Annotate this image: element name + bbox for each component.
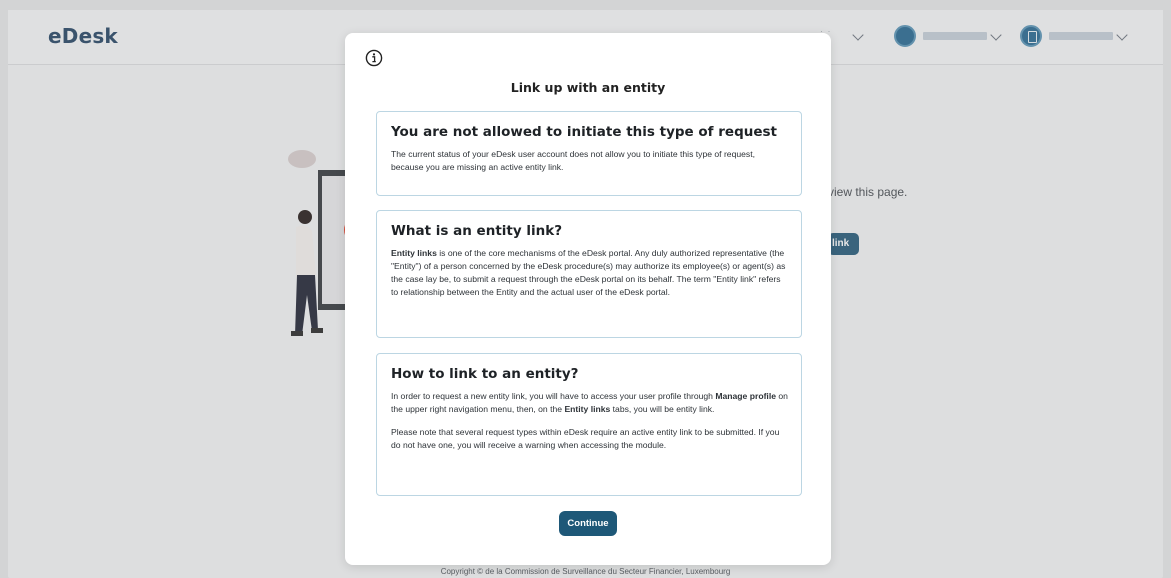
entity-links-tab-term: Entity links xyxy=(564,404,611,415)
modal-title: Link up with an entity xyxy=(510,80,666,95)
manage-profile-term: Manage profile xyxy=(715,391,776,401)
entity-links-term: Entity links xyxy=(391,248,437,258)
how-to-link-note: Please note that several request types w… xyxy=(391,427,780,451)
not-allowed-text: The current status of your eDesk user ac… xyxy=(391,149,755,173)
what-is-entity-link-title: What is an entity link? xyxy=(391,223,563,239)
instructions-part: tabs, you will be entity link. xyxy=(610,404,715,415)
continue-button[interactable]: Continue xyxy=(559,511,617,536)
how-to-link-card: How to link to an entity? In order to re… xyxy=(376,353,802,496)
instructions-part: In order to request a new entity link, y… xyxy=(391,391,716,401)
how-to-link-instructions: In order to request a new entity link, y… xyxy=(391,390,788,416)
not-allowed-title: You are not allowed to initiate this typ… xyxy=(391,124,777,140)
what-is-entity-link-card: What is an entity link? Entity links is … xyxy=(376,210,802,338)
how-to-link-title: How to link to an entity? xyxy=(391,366,579,382)
not-allowed-card: You are not allowed to initiate this typ… xyxy=(376,111,802,196)
link-entity-modal: Link up with an entity You are not allow… xyxy=(345,33,831,565)
what-is-entity-link-description: is one of the core mechanisms of the eDe… xyxy=(391,248,786,298)
info-icon xyxy=(365,49,383,67)
what-is-entity-link-text: Entity links is one of the core mechanis… xyxy=(391,247,788,299)
